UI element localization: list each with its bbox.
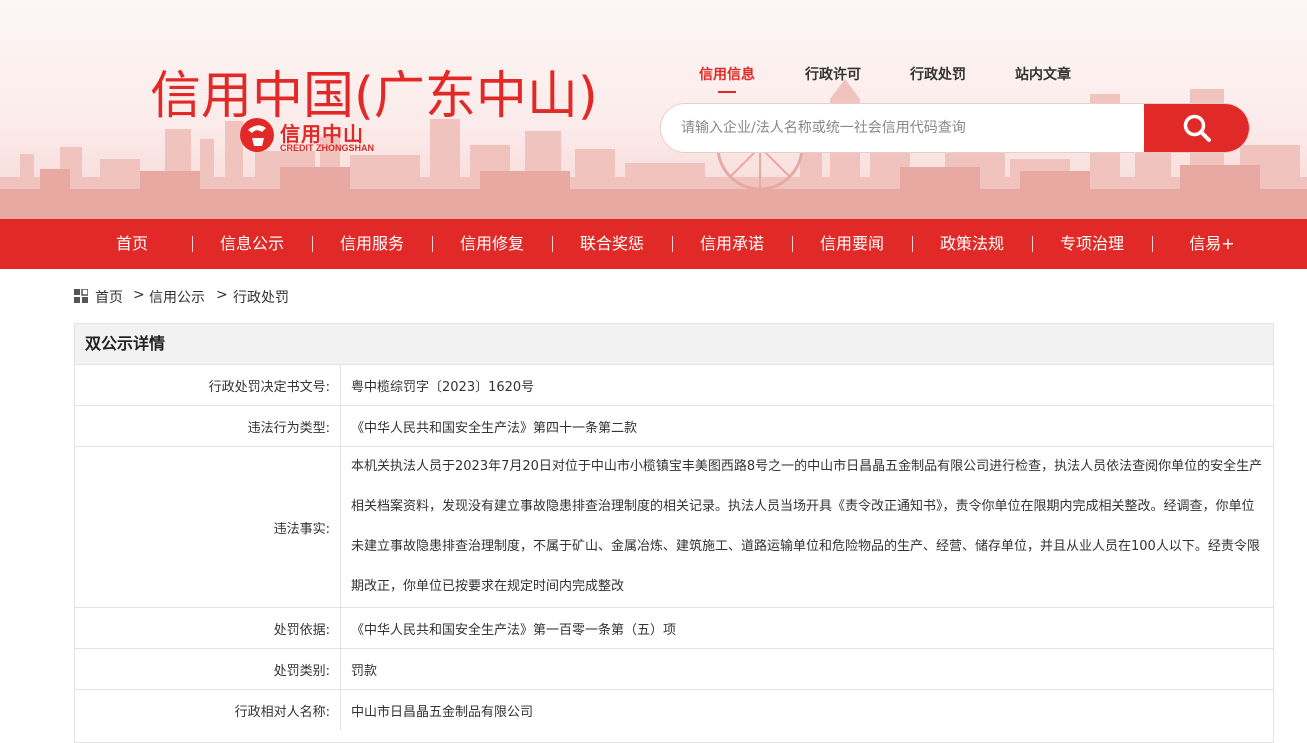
table-row: 行政处罚决定书文号: 粤中榄综罚字〔2023〕1620号 [75,364,1273,405]
violation-facts-line: 本机关执法人员于2023年7月20日对位于中山市小榄镇宝丰美图西路8号之一的中山… [351,459,1263,474]
nav-info-disclosure[interactable]: 信息公示 [192,219,312,269]
search-box [660,103,1250,153]
nav-credit-news[interactable]: 信用要闻 [792,219,912,269]
counterparty-name-value: 中山市日昌晶五金制品有限公司 [351,704,534,720]
row-label: 行政处罚决定书文号: [75,365,341,405]
breadcrumb-admin-penalty[interactable]: 行政处罚 [233,287,289,307]
violation-type-value: 《中华人民共和国安全生产法》第四十一条第二款 [351,420,638,436]
table-row: 违法事实: 本机关执法人员于2023年7月20日对位于中山市小榄镇宝丰美图西路8… [75,446,1273,607]
table-row: 处罚类别: 罚款 [75,648,1273,689]
nav-home[interactable]: 首页 [72,219,192,269]
nav-credit-service[interactable]: 信用服务 [312,219,432,269]
nav-special-governance[interactable]: 专项治理 [1032,219,1152,269]
top-link-admin-penalty[interactable]: 行政处罚 [910,64,966,84]
breadcrumb-home[interactable]: 首页 [95,287,123,307]
decision-number-value: 粤中榄综罚字〔2023〕1620号 [351,379,535,395]
site-header: 信用中国(广东中山) 信用中山 CREDIT ZHONGSHAN 信用信息 行政… [0,0,1307,219]
nav-credit-promise[interactable]: 信用承诺 [672,219,792,269]
violation-facts-value: 本机关执法人员于2023年7月20日对位于中山市小榄镇宝丰美图西路8号之一的中山… [341,447,1273,607]
penalty-category-value: 罚款 [351,663,378,679]
detail-panel: 双公示详情 行政处罚决定书文号: 粤中榄综罚字〔2023〕1620号 违法行为类… [74,323,1274,743]
nav-xinyi-plus[interactable]: 信易+ [1152,219,1272,269]
nav-policy-law[interactable]: 政策法规 [912,219,1032,269]
credit-logo-icon [240,118,274,152]
table-row: 违法行为类型: 《中华人民共和国安全生产法》第四十一条第二款 [75,405,1273,446]
penalty-basis-value: 《中华人民共和国安全生产法》第一百零一条第（五）项 [351,622,677,638]
breadcrumb-separator: > [216,287,228,303]
top-link-admin-license[interactable]: 行政许可 [805,64,861,84]
row-label: 行政相对人名称: [75,690,341,730]
search-input[interactable] [661,104,1145,152]
table-row: 行政相对人名称: 中山市日昌晶五金制品有限公司 [75,689,1273,730]
panel-title: 双公示详情 [75,324,1273,364]
nav-credit-repair[interactable]: 信用修复 [432,219,552,269]
nav-joint-reward-punish[interactable]: 联合奖惩 [552,219,672,269]
row-label: 处罚依据: [75,608,341,648]
search-button[interactable] [1144,104,1249,152]
logo-english-text: CREDIT ZHONGSHAN [280,143,374,153]
row-label: 违法行为类型: [75,406,341,446]
violation-facts-line: 期改正，你单位已按要求在规定时间内完成整改 [351,579,625,594]
table-row: 处罚依据: 《中华人民共和国安全生产法》第一百零一条第（五）项 [75,607,1273,648]
row-label: 违法事实: [75,447,341,607]
violation-facts-line: 未建立事故隐患排查治理制度，不属于矿山、金属冶炼、建筑施工、道路运输单位和危险物… [351,539,1260,554]
breadcrumb-credit-disclosure[interactable]: 信用公示 [149,287,205,307]
main-nav: 首页 信息公示 信用服务 信用修复 联合奖惩 信用承诺 信用要闻 政策法规 专项… [0,219,1307,269]
breadcrumb-separator: > [133,287,145,303]
top-link-site-articles[interactable]: 站内文章 [1015,64,1071,84]
violation-facts-line: 相关档案资料，发现没有建立事故隐患排查治理制度的相关记录。执法人员当场开具《责令… [351,499,1255,514]
grid-icon [74,289,88,303]
top-link-credit-info[interactable]: 信用信息 [699,64,755,93]
search-icon [1183,114,1211,142]
row-label: 处罚类别: [75,649,341,689]
site-logo[interactable]: 信用中山 CREDIT ZHONGSHAN [238,116,398,158]
